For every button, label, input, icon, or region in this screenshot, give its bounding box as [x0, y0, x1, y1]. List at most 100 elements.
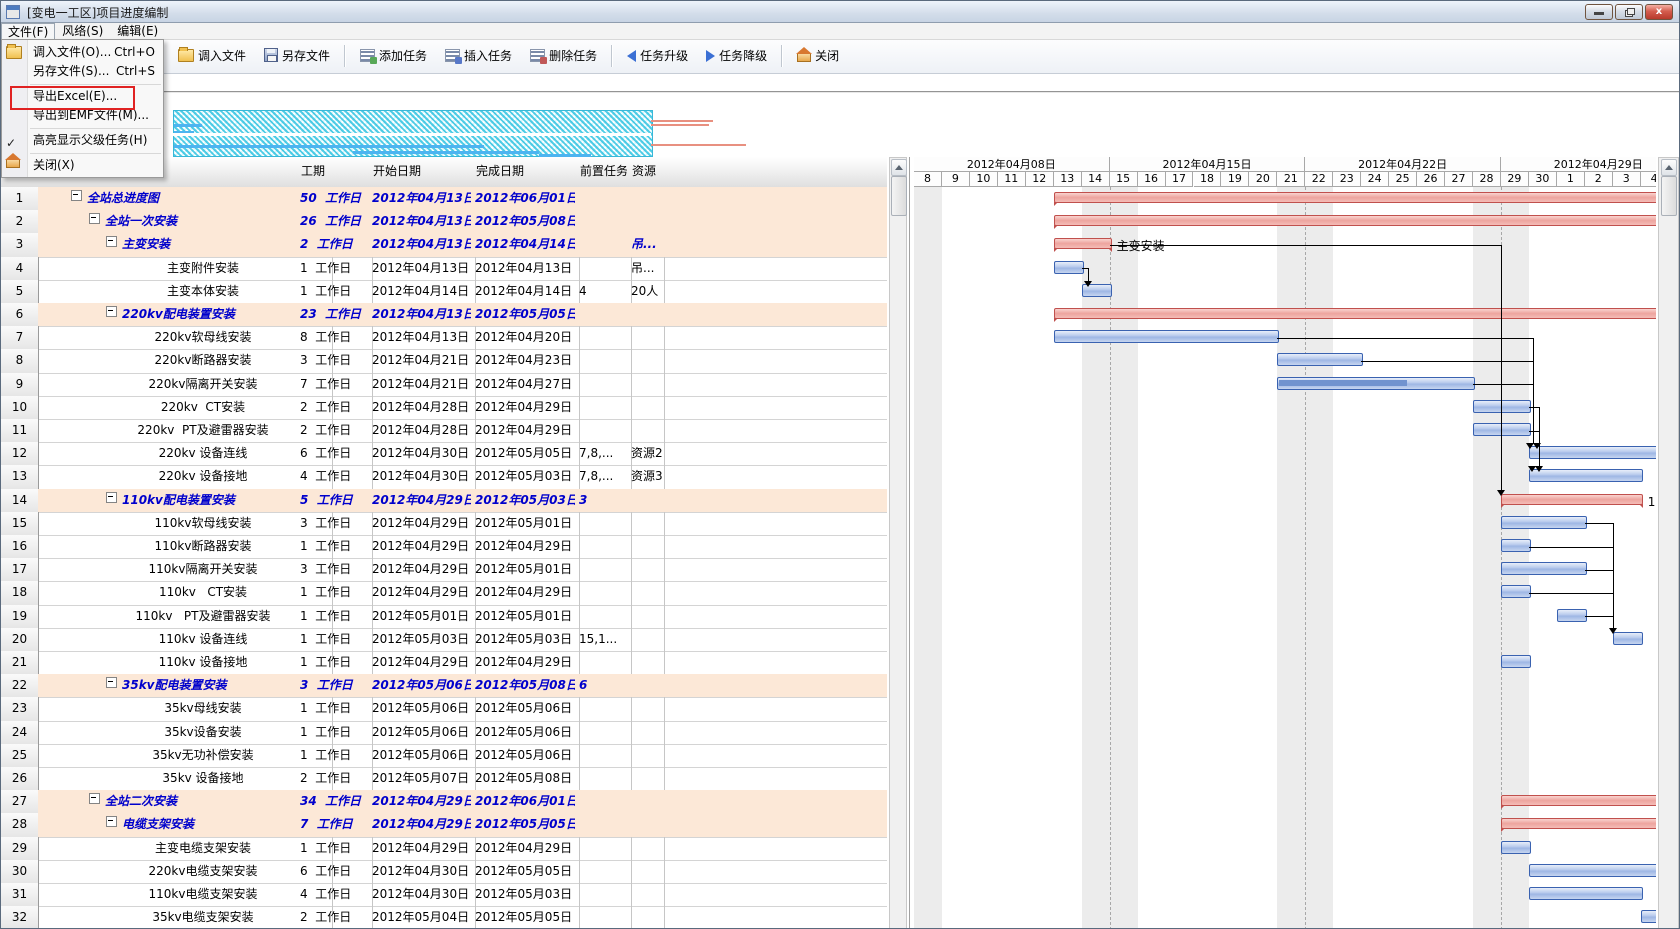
toolbar-button[interactable]: 任务降级: [700, 45, 773, 68]
toolbar-button[interactable]: 另存文件: [258, 45, 336, 68]
duration-cell[interactable]: 1 工作日: [296, 721, 373, 745]
toolbar-button[interactable]: 关闭: [791, 45, 845, 68]
gantt-scroll-up-button[interactable]: [1661, 159, 1677, 176]
predecessor-cell[interactable]: [575, 721, 632, 745]
predecessor-cell[interactable]: [575, 349, 632, 373]
predecessor-cell[interactable]: [575, 860, 632, 884]
task-bar[interactable]: [1501, 539, 1531, 552]
duration-cell[interactable]: 2 工作日: [296, 906, 373, 929]
finish-date-cell[interactable]: 2012年05月05日: [471, 860, 580, 884]
row-number[interactable]: 12: [1, 442, 39, 466]
task-bar[interactable]: [1501, 562, 1587, 575]
row-number[interactable]: 31: [1, 883, 39, 907]
duration-cell[interactable]: 3 工作日: [296, 558, 373, 582]
finish-date-cell[interactable]: 2012年04月14日: [471, 280, 580, 304]
row-number[interactable]: 23: [1, 697, 39, 721]
duration-cell[interactable]: 6 工作日: [296, 442, 373, 466]
predecessor-cell[interactable]: [575, 790, 632, 814]
predecessor-cell[interactable]: 7,8,...: [575, 465, 632, 489]
task-name-cell[interactable]: 35kv设备安装: [38, 721, 333, 745]
task-name-cell[interactable]: 220kv隔离开关安装: [38, 373, 333, 397]
task-bar[interactable]: [1054, 330, 1280, 343]
start-date-cell[interactable]: 2012年04月30日: [368, 883, 476, 907]
task-name-cell[interactable]: 220kv CT安装: [38, 396, 333, 420]
start-date-cell[interactable]: 2012年05月03日: [368, 628, 476, 652]
summary-bar[interactable]: [1054, 308, 1656, 319]
task-name-cell[interactable]: 110kv电缆支架安装: [38, 883, 333, 907]
duration-cell[interactable]: 2 工作日: [296, 419, 373, 443]
task-name-cell[interactable]: 220kv 设备连线: [38, 442, 333, 466]
predecessor-cell[interactable]: [575, 187, 632, 211]
duration-cell[interactable]: 1 工作日: [296, 744, 373, 768]
row-number[interactable]: 28: [1, 813, 39, 837]
row-number[interactable]: 24: [1, 721, 39, 745]
predecessor-cell[interactable]: [575, 767, 632, 791]
finish-date-cell[interactable]: 2012年04月14日: [471, 233, 580, 257]
row-number[interactable]: 27: [1, 790, 39, 814]
task-bar[interactable]: [1641, 910, 1656, 923]
finish-date-cell[interactable]: 2012年05月01日: [471, 558, 580, 582]
start-date-cell[interactable]: 2012年04月29日: [368, 489, 476, 513]
row-number[interactable]: 10: [1, 396, 39, 420]
finish-date-cell[interactable]: 2012年05月01日: [471, 512, 580, 536]
finish-date-cell[interactable]: 2012年05月03日: [471, 883, 580, 907]
predecessor-cell[interactable]: 7,8,...: [575, 442, 632, 466]
summary-bar[interactable]: [1501, 818, 1656, 829]
summary-bar[interactable]: [1501, 494, 1643, 505]
task-name-cell[interactable]: 220kv电缆支架安装: [38, 860, 333, 884]
task-name-cell[interactable]: 110kv软母线安装: [38, 512, 333, 536]
summary-bar[interactable]: [1501, 795, 1656, 806]
duration-cell[interactable]: 1 工作日: [296, 257, 373, 281]
predecessor-cell[interactable]: [575, 837, 632, 861]
predecessor-cell[interactable]: [575, 396, 632, 420]
table-scroll-up-button[interactable]: [891, 159, 907, 176]
duration-cell[interactable]: 1 工作日: [296, 535, 373, 559]
gantt-vertical-scrollbar[interactable]: [1658, 157, 1679, 929]
row-number[interactable]: 1: [1, 187, 39, 211]
row-number[interactable]: 7: [1, 326, 39, 350]
duration-cell[interactable]: 3 工作日: [296, 349, 373, 373]
task-name-cell[interactable]: 110kv CT安装: [38, 581, 333, 605]
start-date-cell[interactable]: 2012年05月06日: [368, 744, 476, 768]
finish-date-cell[interactable]: 2012年05月06日: [471, 697, 580, 721]
start-date-cell[interactable]: 2012年05月01日: [368, 605, 476, 629]
row-number[interactable]: 3: [1, 233, 39, 257]
file-menu-item[interactable]: 关闭(X): [2, 156, 163, 175]
start-date-cell[interactable]: 2012年04月30日: [368, 860, 476, 884]
start-date-cell[interactable]: 2012年04月13日: [368, 210, 476, 234]
row-number[interactable]: 29: [1, 837, 39, 861]
start-date-cell[interactable]: 2012年04月13日: [368, 303, 476, 327]
duration-cell[interactable]: 4 工作日: [296, 883, 373, 907]
collapse-expander[interactable]: [106, 677, 117, 688]
duration-cell[interactable]: 34 工作日: [296, 790, 373, 814]
row-number[interactable]: 20: [1, 628, 39, 652]
menu-edit[interactable]: 编辑(E): [110, 23, 165, 40]
gantt-scroll-thumb[interactable]: [1661, 176, 1677, 216]
file-menu-item[interactable]: 另存文件(S)...Ctrl+S: [2, 62, 163, 81]
task-name-cell[interactable]: 35kv无功补偿安装: [38, 744, 333, 768]
start-date-cell[interactable]: 2012年05月06日: [368, 674, 476, 698]
row-number[interactable]: 14: [1, 489, 39, 513]
predecessor-cell[interactable]: [575, 651, 632, 675]
predecessor-cell[interactable]: 15,1...: [575, 628, 632, 652]
menu-network[interactable]: 风络(S): [55, 23, 110, 40]
start-date-cell[interactable]: 2012年04月14日: [368, 280, 476, 304]
task-bar[interactable]: [1277, 353, 1363, 366]
gantt-chart[interactable]: 2012年04月08日2012年04月15日2012年04月22日2012年04…: [909, 157, 1656, 929]
predecessor-cell[interactable]: [575, 883, 632, 907]
duration-cell[interactable]: 2 工作日: [296, 767, 373, 791]
row-number[interactable]: 5: [1, 280, 39, 304]
task-bar[interactable]: [1613, 632, 1643, 645]
row-number[interactable]: 16: [1, 535, 39, 559]
task-name-cell[interactable]: 110kv隔离开关安装: [38, 558, 333, 582]
start-date-cell[interactable]: 2012年04月13日: [368, 326, 476, 350]
collapse-expander[interactable]: [106, 306, 117, 317]
restore-button[interactable]: [1615, 4, 1643, 20]
task-bar[interactable]: [1529, 864, 1656, 877]
predecessor-cell[interactable]: [575, 558, 632, 582]
predecessor-cell[interactable]: [575, 697, 632, 721]
toolbar-button[interactable]: 插入任务: [439, 45, 518, 68]
finish-date-cell[interactable]: 2012年05月08日: [471, 767, 580, 791]
toolbar-button[interactable]: 调入文件: [172, 45, 252, 68]
duration-cell[interactable]: 3 工作日: [296, 674, 373, 698]
